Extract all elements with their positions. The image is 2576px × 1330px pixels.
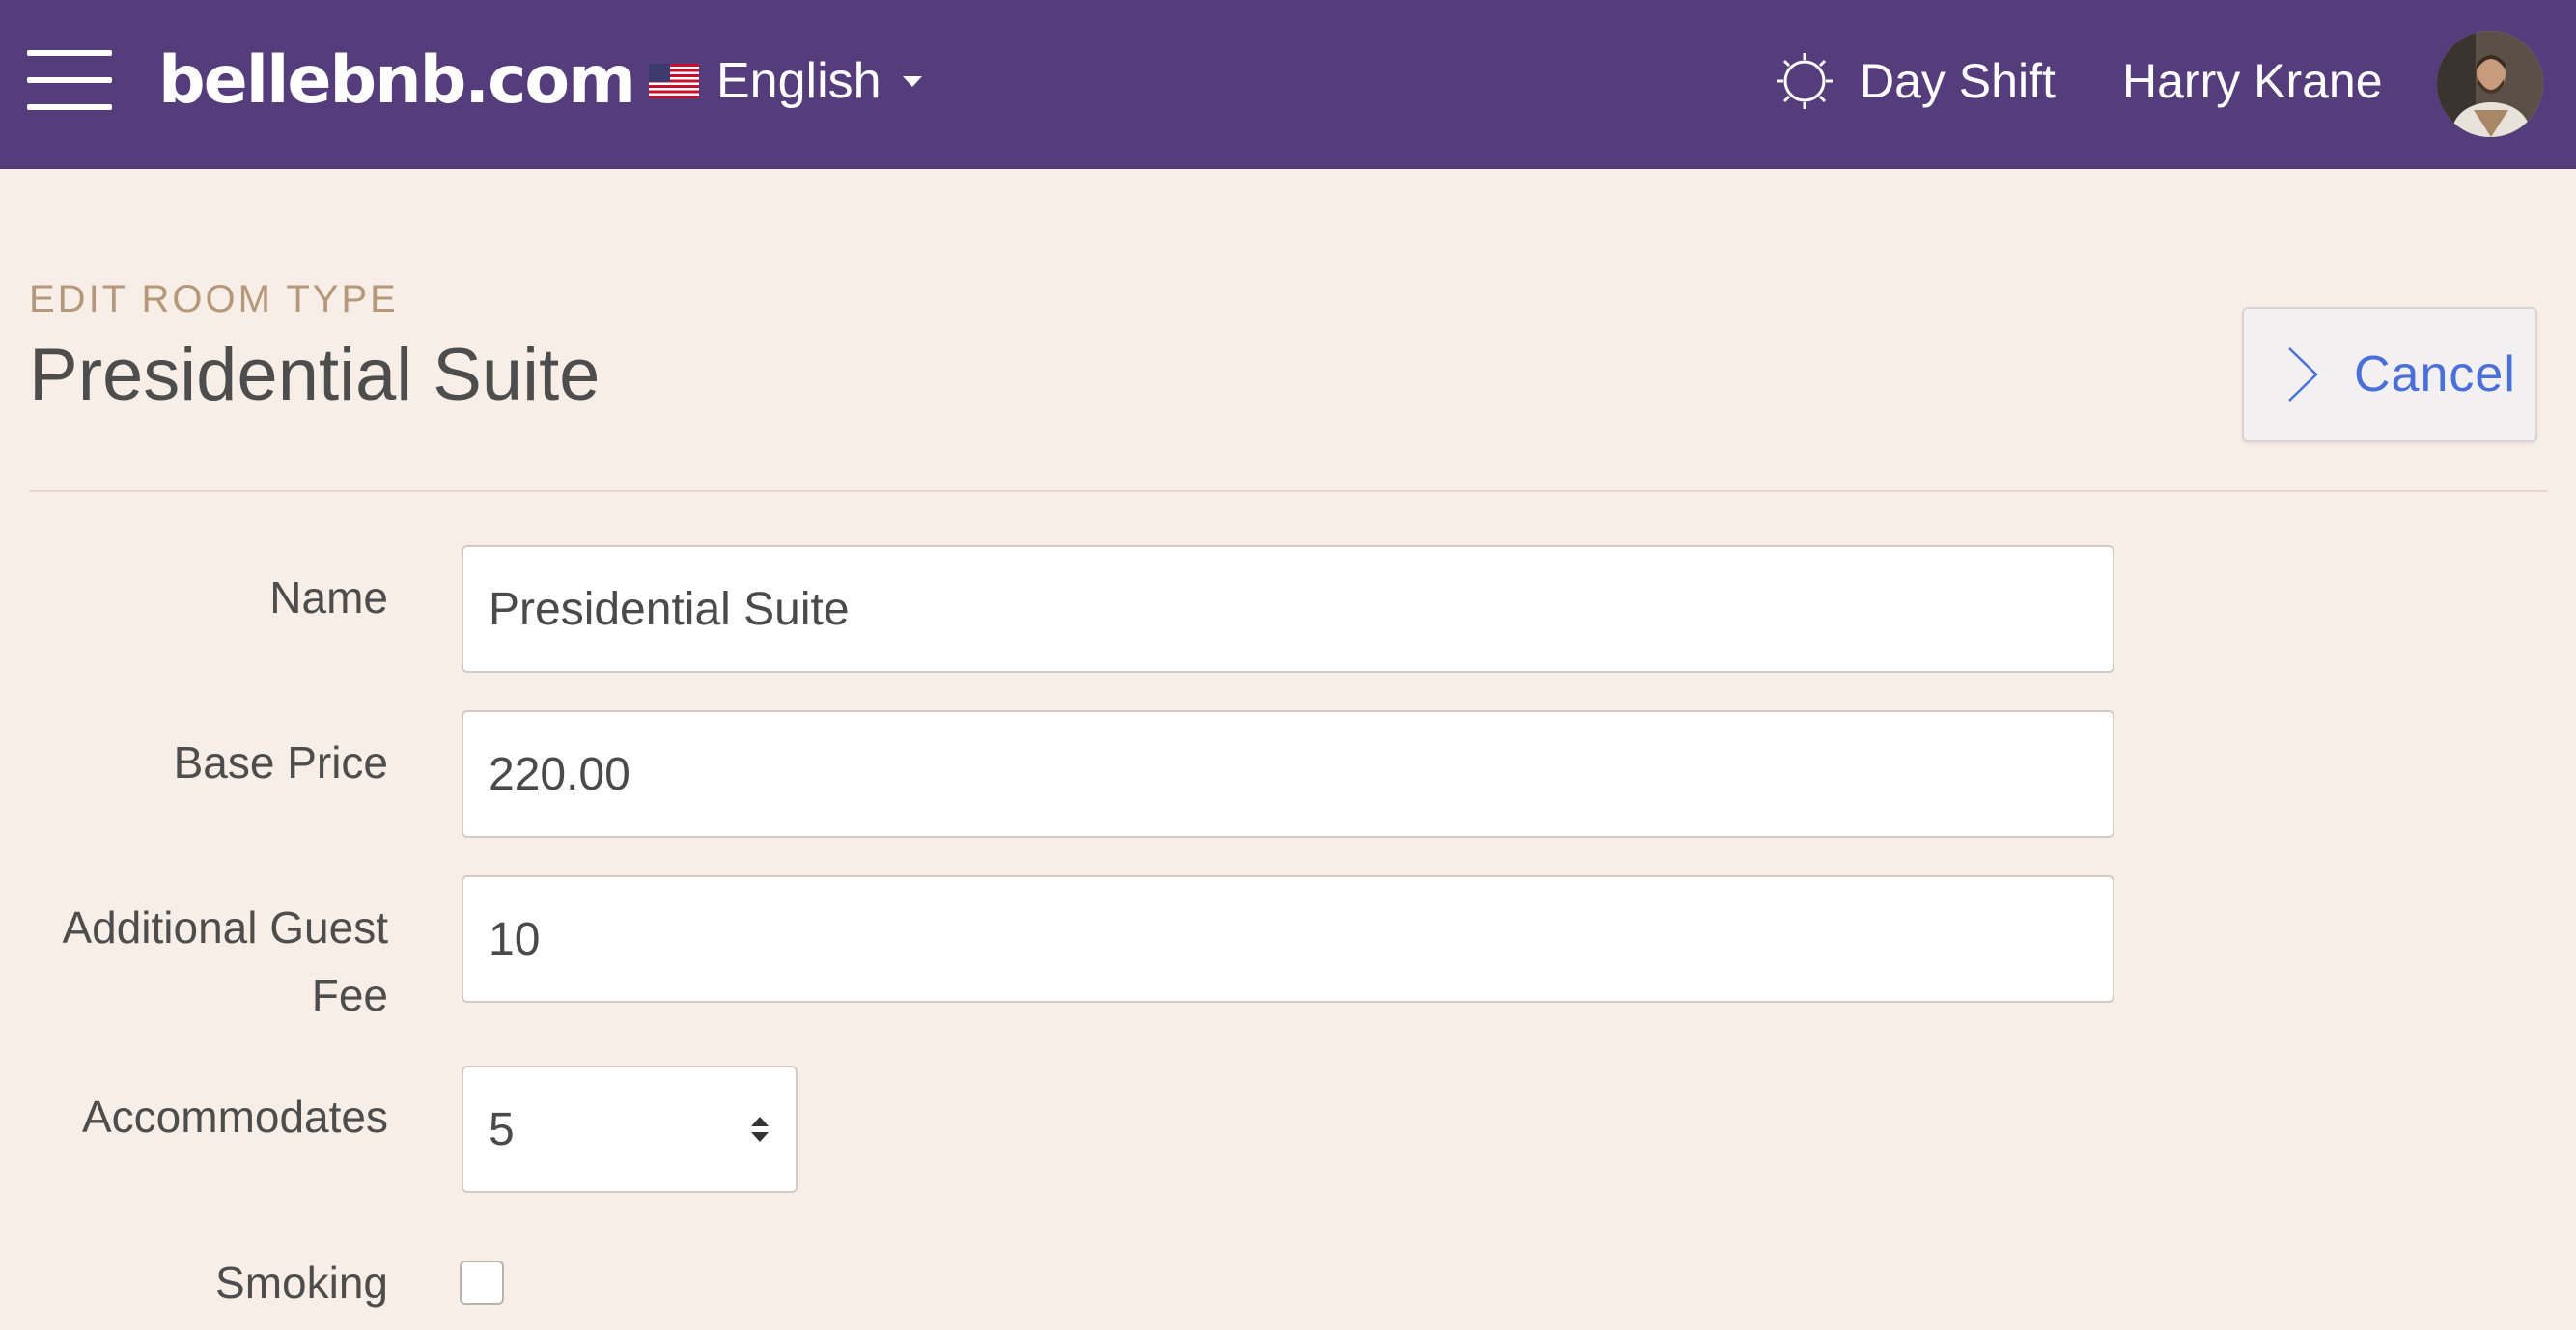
smoking-checkbox[interactable] — [460, 1261, 504, 1305]
select-arrows-icon — [751, 1117, 769, 1142]
sun-icon — [1777, 53, 1833, 109]
shift-label: Day Shift — [1860, 54, 2056, 108]
language-label: English — [716, 53, 882, 109]
chevron-right-icon — [2288, 347, 2318, 402]
page-title: Presidential Suite — [29, 334, 601, 416]
base-price-label: Base Price — [173, 737, 388, 788]
additional-guest-fee-label: Additional Guest Fee — [62, 894, 388, 1029]
divider — [29, 490, 2547, 492]
top-navbar: bellebnb.com English Day Shift Harry Kra… — [0, 0, 2576, 169]
base-price-input[interactable] — [462, 710, 2114, 838]
accommodates-label: Accommodates — [81, 1092, 388, 1142]
user-name[interactable]: Harry Krane — [2122, 39, 2383, 124]
hamburger-menu-icon[interactable] — [27, 50, 112, 110]
user-avatar[interactable] — [2437, 31, 2543, 137]
shift-selector[interactable]: Day Shift — [1775, 39, 2056, 124]
cancel-button[interactable]: Cancel — [2242, 307, 2537, 442]
additional-guest-fee-label-line2: Fee — [311, 970, 388, 1020]
accommodates-value: 5 — [489, 1103, 515, 1155]
brand-logo[interactable]: bellebnb.com — [158, 39, 636, 124]
smoking-label: Smoking — [215, 1258, 388, 1308]
name-input[interactable] — [462, 545, 2114, 673]
cancel-label: Cancel — [2354, 346, 2516, 402]
accommodates-select[interactable]: 5 — [462, 1066, 798, 1193]
us-flag-icon — [649, 64, 699, 98]
additional-guest-fee-label-line1: Additional Guest — [62, 902, 388, 953]
page-eyebrow: EDIT ROOM TYPE — [29, 278, 399, 320]
language-selector[interactable]: English — [649, 42, 922, 120]
chevron-down-icon — [902, 75, 922, 87]
additional-guest-fee-input[interactable] — [462, 875, 2114, 1003]
name-label: Name — [269, 572, 388, 623]
